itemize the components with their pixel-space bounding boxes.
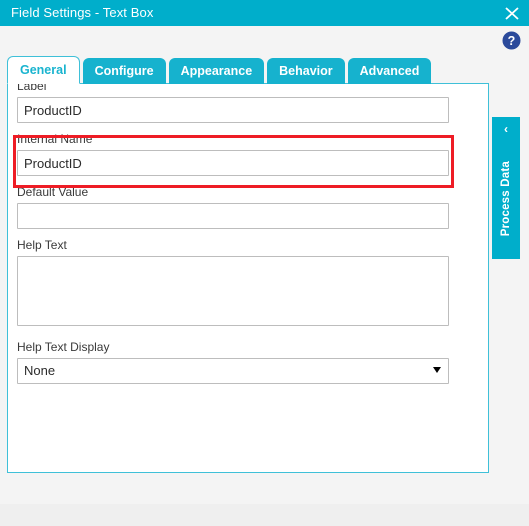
tab-appearance[interactable]: Appearance — [168, 58, 265, 84]
process-data-label: Process Data — [500, 161, 512, 237]
dialog-footer-strip — [0, 504, 529, 526]
close-icon[interactable] — [501, 3, 523, 23]
field-group-help-text-display: Help Text Display None — [17, 340, 449, 384]
internal-name-input[interactable] — [17, 150, 449, 176]
chevron-left-icon: ‹ — [504, 122, 508, 136]
default-value-field-label: Default Value — [17, 185, 89, 199]
field-group-label: Label — [17, 79, 449, 123]
help-text-display-field-label: Help Text Display — [17, 340, 110, 354]
help-circle-icon[interactable]: ? — [502, 31, 521, 50]
svg-text:?: ? — [508, 34, 516, 48]
help-text-field-label: Help Text — [17, 238, 67, 252]
field-group-internal-name: Internal Name — [17, 132, 449, 176]
field-group-default-value: Default Value — [17, 185, 449, 229]
tab-advanced[interactable]: Advanced — [347, 58, 432, 84]
tab-general[interactable]: General — [7, 56, 80, 84]
process-data-panel-toggle[interactable]: ‹ Process Data — [492, 117, 520, 259]
default-value-input[interactable] — [17, 203, 449, 229]
process-data-label-wrap: Process Data — [492, 143, 520, 255]
dialog-titlebar: Field Settings - Text Box — [0, 0, 529, 26]
tab-strip: General Configure Appearance Behavior Ad… — [7, 56, 434, 84]
tab-configure[interactable]: Configure — [82, 58, 166, 84]
help-text-display-select[interactable]: None — [17, 358, 449, 384]
field-settings-dialog: Field Settings - Text Box ? General Conf… — [0, 0, 529, 526]
label-input[interactable] — [17, 97, 449, 123]
general-settings-form: Label Internal Name Default Value Help T… — [17, 79, 449, 393]
dialog-body: ? General Configure Appearance Behavior … — [0, 26, 529, 504]
dialog-title: Field Settings - Text Box — [11, 5, 154, 20]
tab-behavior[interactable]: Behavior — [267, 58, 345, 84]
help-text-display-value[interactable]: None — [17, 358, 449, 384]
internal-name-field-label: Internal Name — [17, 132, 93, 146]
help-text-input[interactable] — [17, 256, 449, 326]
field-group-help-text: Help Text — [17, 238, 449, 331]
